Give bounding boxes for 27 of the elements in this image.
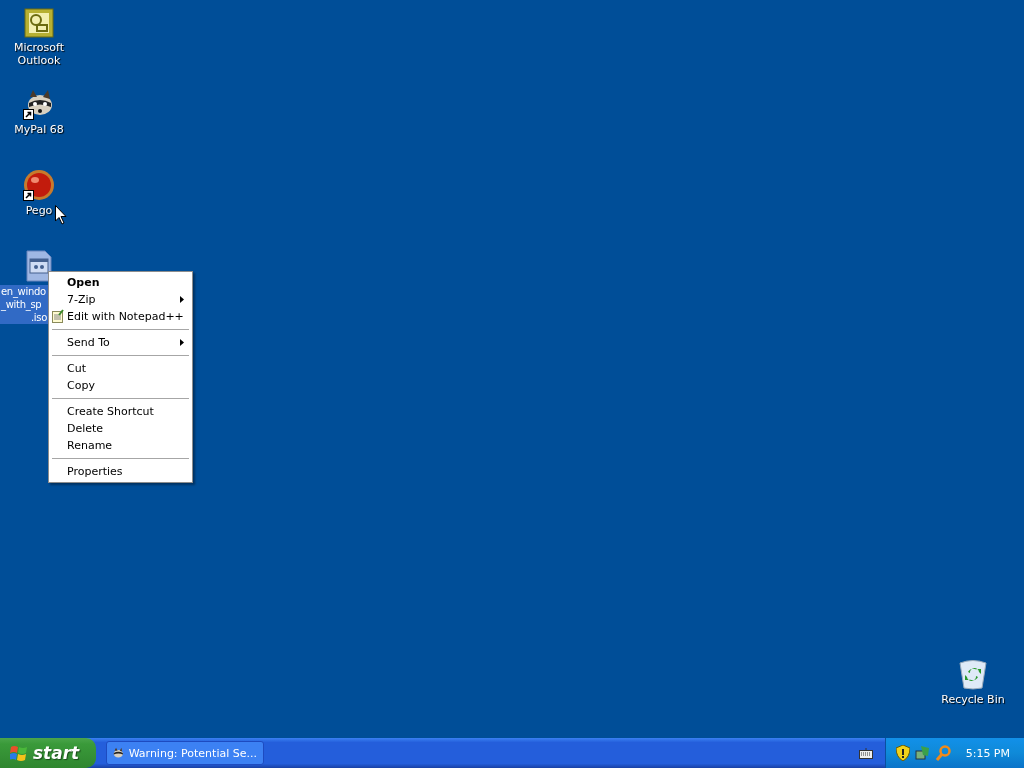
menu-item[interactable]: Edit with Notepad++ bbox=[49, 308, 192, 325]
menu-item[interactable]: Delete bbox=[49, 420, 192, 437]
start-button[interactable]: start bbox=[0, 738, 96, 768]
calendar-icon bbox=[24, 8, 54, 38]
menu-item[interactable]: Send To bbox=[49, 334, 192, 351]
icon-label[interactable]: Microsoft Outlook bbox=[8, 41, 70, 67]
raccoon-icon bbox=[113, 746, 124, 760]
mouse-pointer-icon bbox=[55, 205, 67, 225]
icon-label[interactable]: Recycle Bin bbox=[941, 693, 1005, 706]
menu-item[interactable]: Rename bbox=[49, 437, 192, 454]
recycle-bin-icon bbox=[958, 658, 988, 690]
menu-item[interactable]: Copy bbox=[49, 377, 192, 394]
clock[interactable]: 5:15 PM bbox=[965, 746, 1010, 760]
selected-icon-label[interactable]: en_windo _with_sp .iso bbox=[0, 285, 48, 324]
menu-item[interactable]: Properties bbox=[49, 463, 192, 480]
icon-label[interactable]: MyPal 68 bbox=[14, 123, 64, 136]
menu-item[interactable]: Create Shortcut bbox=[49, 403, 192, 420]
disc-image-file-icon bbox=[25, 250, 53, 282]
icon-label[interactable]: Pego bbox=[25, 204, 53, 217]
taskbar-button[interactable]: Warning: Potential Se... bbox=[106, 741, 264, 765]
keyboard-icon[interactable] bbox=[858, 747, 873, 759]
menu-item[interactable]: Open bbox=[49, 274, 192, 291]
shield-icon[interactable] bbox=[895, 745, 910, 761]
menu-item[interactable]: Cut bbox=[49, 360, 192, 377]
windows-flag-icon bbox=[10, 744, 28, 762]
notepad-icon bbox=[52, 309, 64, 323]
menu-item[interactable]: 7-Zip bbox=[49, 291, 192, 308]
